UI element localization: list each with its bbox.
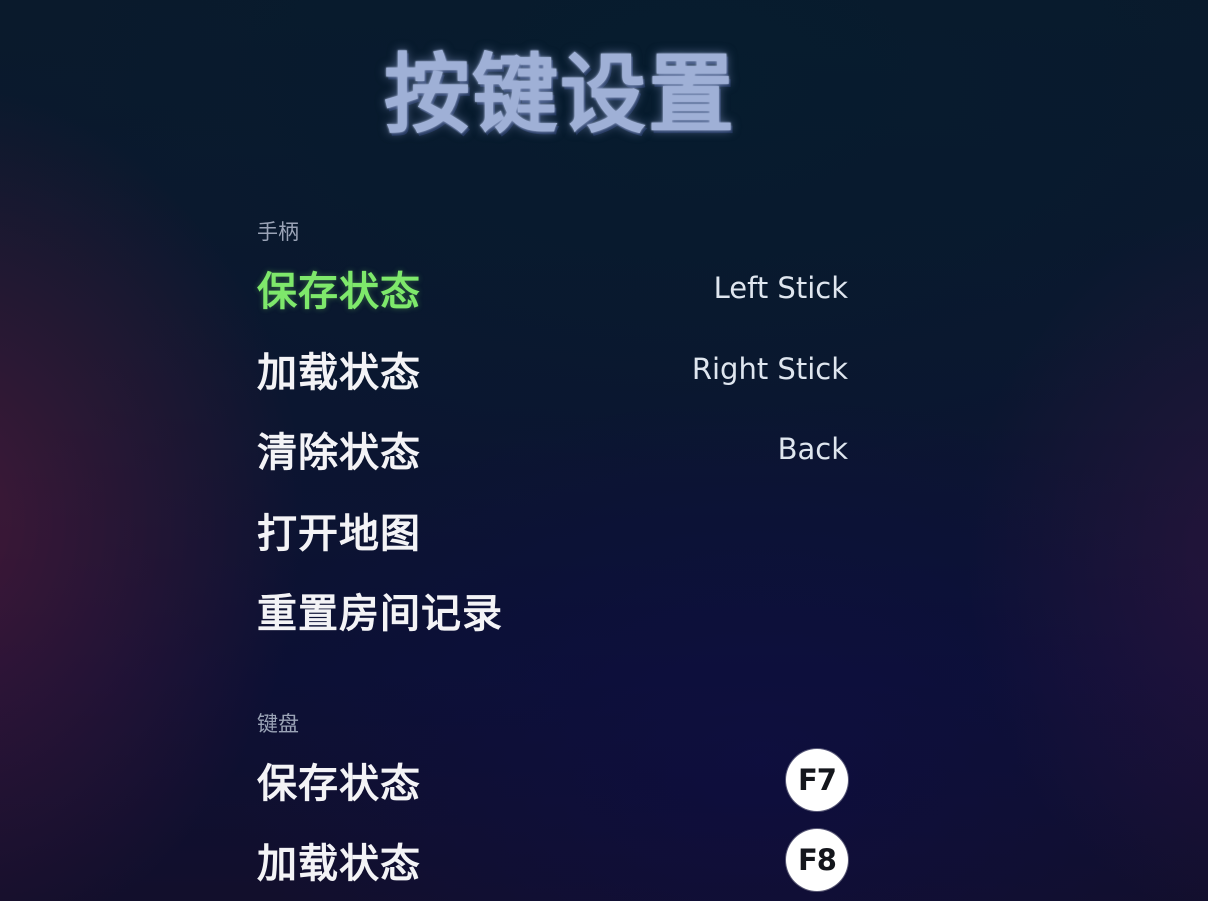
- gamepad-binding-load-state[interactable]: 加载状态 Right Stick: [257, 329, 848, 410]
- gamepad-binding-clear-state[interactable]: 清除状态 Back: [257, 409, 848, 490]
- binding-value: Right Stick: [691, 351, 848, 386]
- keyboard-binding-save-state[interactable]: 保存状态 F7: [257, 740, 848, 820]
- action-label: 加载状态: [257, 841, 421, 887]
- binding-value: Back: [777, 432, 848, 467]
- action-label: 加载状态: [257, 349, 421, 396]
- key-badge: F8: [786, 829, 848, 891]
- gamepad-section-label: 手柄: [257, 220, 299, 244]
- action-label: 保存状态: [257, 761, 421, 807]
- keyboard-binding-load-state[interactable]: 加载状态 F8: [257, 820, 848, 900]
- page-title: 按键设置: [384, 45, 736, 145]
- action-label: 打开地图: [257, 510, 421, 557]
- action-label: 清除状态: [257, 430, 421, 477]
- gamepad-binding-reset-room-record[interactable]: 重置房间记录: [257, 570, 848, 651]
- key-badge: F7: [786, 749, 848, 811]
- keyboard-section: 键盘 保存状态 F7 加载状态 F8: [257, 708, 848, 900]
- action-label: 重置房间记录: [257, 591, 503, 638]
- gamepad-binding-save-state[interactable]: 保存状态 Left Stick: [257, 248, 848, 329]
- keyboard-section-label: 键盘: [257, 712, 299, 736]
- gamepad-section: 手柄 保存状态 Left Stick 加载状态 Right Stick 清除状态…: [257, 216, 848, 651]
- action-label: 保存状态: [257, 269, 421, 316]
- binding-value: Left Stick: [713, 271, 848, 306]
- gamepad-binding-open-map[interactable]: 打开地图: [257, 490, 848, 571]
